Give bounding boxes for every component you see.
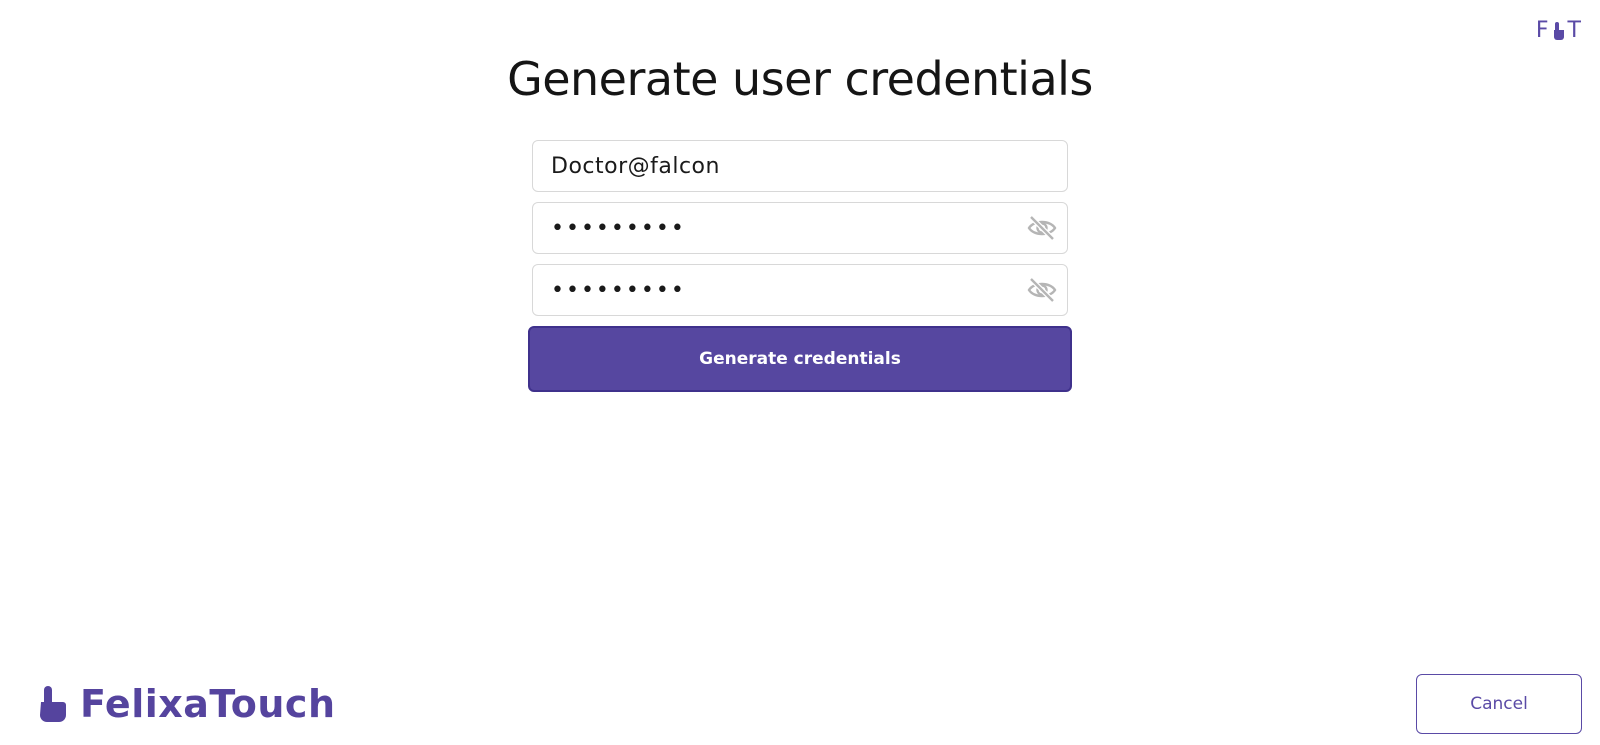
corner-logo-right: T [1567, 18, 1582, 43]
username-field-wrapper [532, 140, 1068, 192]
generate-credentials-button[interactable]: Generate credentials [528, 326, 1072, 392]
password-input[interactable] [533, 203, 1067, 253]
cancel-button[interactable]: Cancel [1416, 674, 1582, 734]
hand-pointer-icon [1553, 21, 1564, 40]
page-title: Generate user credentials [507, 52, 1093, 106]
corner-logo: F T [1536, 18, 1582, 43]
hand-pointer-icon [40, 686, 66, 722]
confirm-password-field-wrapper [532, 264, 1068, 316]
brand-logo: FelixaTouch [38, 682, 336, 726]
brand-name: FelixaTouch [80, 682, 336, 726]
corner-logo-left: F [1535, 18, 1550, 43]
eye-off-icon[interactable] [1027, 215, 1057, 241]
credentials-form: Generate credentials [528, 140, 1072, 392]
password-field-wrapper [532, 202, 1068, 254]
confirm-password-input[interactable] [533, 265, 1067, 315]
username-input[interactable] [533, 141, 1067, 191]
page: F T Generate user credentials Doctor@fal… [0, 0, 1600, 745]
eye-off-icon[interactable] [1027, 277, 1057, 303]
